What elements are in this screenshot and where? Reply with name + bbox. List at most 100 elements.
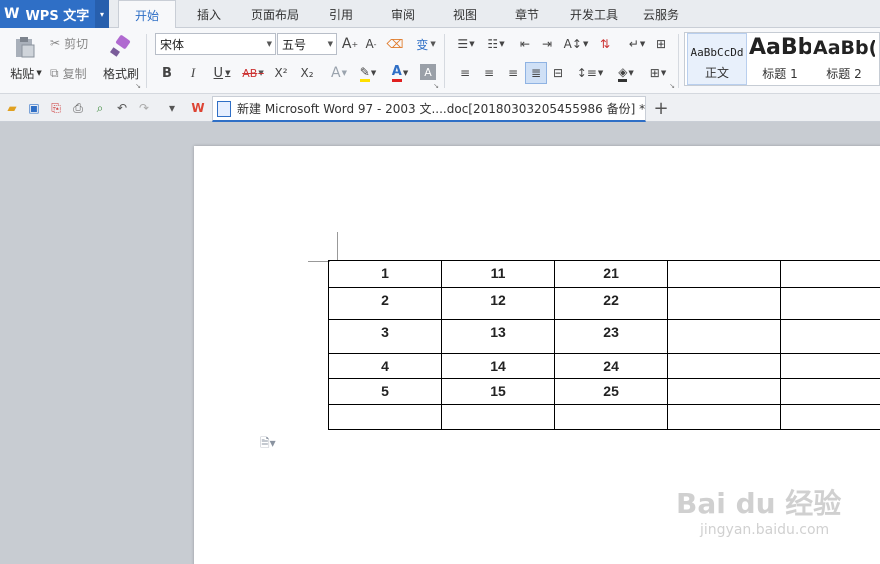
show-marks-icon[interactable]: ↵ ▼ — [624, 34, 650, 54]
table-cell[interactable] — [554, 404, 669, 430]
open-folder-icon[interactable]: ▰ — [4, 100, 20, 116]
font-launcher-icon[interactable]: ↘ — [432, 82, 440, 90]
phonetic-guide-icon[interactable]: 变 ▼ — [412, 34, 440, 54]
superscript-button[interactable]: X² — [270, 62, 292, 84]
tab-home[interactable]: 开始 — [118, 0, 176, 29]
table-cell[interactable] — [780, 404, 880, 430]
font-color-button[interactable]: A ▼ — [386, 62, 414, 84]
table-cell[interactable] — [328, 404, 442, 430]
table-cell[interactable]: 3 — [328, 319, 442, 354]
table-cell[interactable] — [667, 260, 782, 288]
table-cell[interactable]: 23 — [554, 319, 669, 354]
table-cell[interactable] — [780, 378, 880, 405]
table-cell[interactable] — [780, 353, 880, 379]
style-normal[interactable]: AaBbCcDd 正文 — [687, 33, 747, 85]
table-cell[interactable] — [667, 319, 782, 354]
table-cell[interactable] — [667, 378, 782, 405]
table-cell[interactable] — [780, 287, 880, 320]
export-pdf-icon[interactable]: ⎘ — [48, 100, 64, 116]
table-cell[interactable]: 22 — [554, 287, 669, 320]
align-center-icon[interactable]: ≡ — [480, 62, 498, 84]
table-cell[interactable]: 12 — [440, 287, 556, 320]
table-cell[interactable]: 4 — [328, 353, 442, 379]
distribute-icon[interactable]: ⊟ — [549, 62, 567, 84]
document-table[interactable]: 1 11 21 2 12 22 3 13 23 4 14 24 5 15 25 — [328, 260, 880, 430]
paste-icon[interactable] — [10, 34, 38, 60]
table-cell[interactable] — [667, 404, 782, 430]
strikethrough-button[interactable]: AB ▼ — [238, 62, 268, 84]
numbered-list-icon[interactable]: ☷ ▼ — [482, 34, 510, 54]
clear-format-icon[interactable]: ⌫ — [386, 34, 404, 54]
char-shading-icon[interactable]: A — [420, 64, 436, 80]
table-cell[interactable]: 25 — [554, 378, 669, 405]
table-cell[interactable] — [780, 260, 880, 288]
save-icon[interactable]: ▣ — [26, 100, 42, 116]
style-heading-2[interactable]: AaBb( 标题 2 — [813, 33, 875, 85]
char-scaling-icon[interactable]: A↕ ▼ — [562, 34, 590, 54]
increase-indent-icon[interactable]: ⇥ — [538, 34, 556, 54]
borders-icon[interactable]: ⊞ ▼ — [644, 62, 672, 84]
table-cell[interactable]: 1 — [328, 260, 442, 288]
wps-logo[interactable]: W WPS 文字 — [0, 0, 109, 28]
table-cell[interactable]: 2 — [328, 287, 442, 320]
new-tab-button[interactable]: + — [652, 98, 670, 119]
clipboard-launcher-icon[interactable]: ↘ — [134, 82, 142, 90]
table-row: 3 13 23 — [328, 319, 880, 354]
highlight-icon[interactable]: ✎ ▼ — [354, 62, 382, 84]
wps-home-icon[interactable]: W — [190, 100, 206, 116]
align-right-icon[interactable]: ≡ — [504, 62, 522, 84]
tab-review[interactable]: 审阅 — [378, 0, 428, 28]
text-effect-icon[interactable]: A ▼ — [326, 62, 352, 84]
tab-developer[interactable]: 开发工具 — [562, 0, 626, 28]
grow-font-icon[interactable]: A + — [341, 34, 359, 54]
tab-cloud-service[interactable]: 云服务 — [634, 0, 688, 28]
table-cell[interactable]: 24 — [554, 353, 669, 379]
cut-button[interactable]: ✂ 剪切 — [50, 34, 100, 52]
table-cell[interactable] — [440, 404, 556, 430]
table-cell[interactable]: 11 — [440, 260, 556, 288]
tab-insert[interactable]: 插入 — [184, 0, 234, 28]
table-cell[interactable]: 13 — [440, 319, 556, 354]
font-name-select[interactable]: 宋体 ▼ — [155, 33, 276, 55]
ribbon-divider — [678, 34, 679, 88]
style-heading-1[interactable]: AaBb 标题 1 — [749, 33, 811, 85]
tab-view[interactable]: 视图 — [440, 0, 490, 28]
justify-icon[interactable]: ≣ — [525, 62, 547, 84]
italic-button[interactable]: I — [184, 62, 202, 84]
table-cell[interactable]: 14 — [440, 353, 556, 379]
table-cell[interactable]: 21 — [554, 260, 669, 288]
app-menu-dropdown-icon[interactable]: ▾ — [95, 0, 109, 28]
table-cell[interactable] — [667, 353, 782, 379]
bullet-list-icon[interactable]: ☰ ▼ — [452, 34, 480, 54]
undo-icon[interactable]: ↶ — [114, 100, 130, 116]
font-size-select[interactable]: 五号 ▼ — [277, 33, 337, 55]
decrease-indent-icon[interactable]: ⇤ — [516, 34, 534, 54]
tab-section[interactable]: 章节 — [502, 0, 552, 28]
shrink-font-icon[interactable]: A- — [362, 34, 380, 54]
tab-page-layout[interactable]: 页面布局 — [244, 0, 306, 28]
format-painter-button[interactable]: 格式刷 — [100, 64, 142, 82]
document-tab[interactable]: 新建 Microsoft Word 97 - 2003 文....doc[201… — [212, 96, 646, 122]
table-cell[interactable] — [667, 287, 782, 320]
copy-button[interactable]: ⧉ 复制 — [50, 64, 100, 82]
table-cell[interactable]: 5 — [328, 378, 442, 405]
table-cell[interactable] — [780, 319, 880, 354]
underline-button[interactable]: U ▼ — [208, 62, 236, 84]
format-painter-icon[interactable] — [104, 34, 136, 60]
table-cell[interactable]: 15 — [440, 378, 556, 405]
shading-fill-icon[interactable]: ◈ ▼ — [612, 62, 640, 84]
sort-icon[interactable]: ⇅ — [596, 34, 614, 54]
paste-options-icon[interactable]: 🗎▾ — [260, 434, 276, 455]
table-grid-icon[interactable]: ⊞ — [652, 34, 670, 54]
customize-toolbar-icon[interactable]: ▾ — [164, 100, 180, 116]
redo-icon[interactable]: ↷ — [136, 100, 152, 116]
print-preview-icon[interactable]: ⌕ — [92, 100, 108, 116]
line-spacing-icon[interactable]: ↕≡ ▼ — [576, 62, 604, 84]
print-icon[interactable]: ⎙ — [70, 100, 86, 116]
paragraph-launcher-icon[interactable]: ↘ — [668, 82, 676, 90]
tab-references[interactable]: 引用 — [316, 0, 366, 28]
align-left-icon[interactable]: ≡ — [456, 62, 474, 84]
bold-button[interactable]: B — [158, 62, 176, 84]
subscript-button[interactable]: X₂ — [296, 62, 318, 84]
paste-button[interactable]: 粘贴 ▼ — [6, 64, 46, 82]
